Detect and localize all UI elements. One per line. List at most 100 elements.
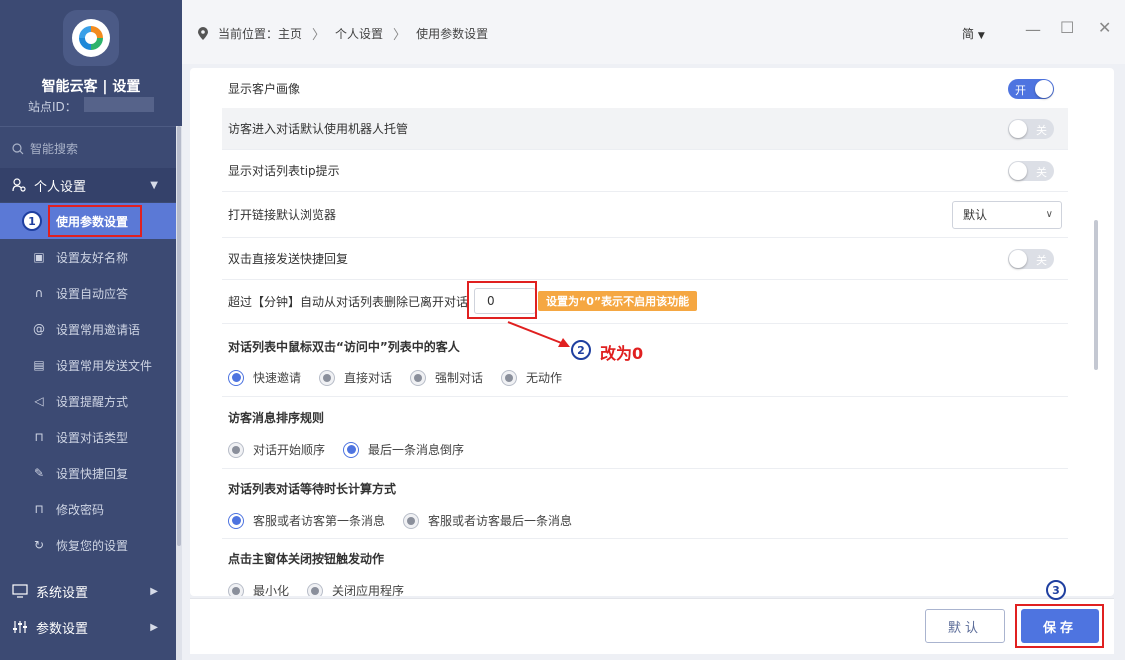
lock-icon: ⊓	[34, 430, 44, 444]
radio-start-order[interactable]	[228, 441, 244, 458]
sidebar-item-invite-phrases[interactable]: @ 设置常用邀请语	[0, 311, 176, 347]
sidebar-group-params[interactable]: 参数设置 ▶	[0, 610, 176, 644]
sidebar-item-label: 设置常用邀请语	[56, 322, 141, 337]
sliders-icon	[13, 621, 27, 633]
toggle-state: 关	[1036, 253, 1047, 267]
sidebar-group-label: 系统设置	[36, 585, 89, 601]
setting-show-avatar: 显示客户画像 开	[222, 68, 1068, 110]
sidebar-search-label: 智能搜索	[30, 142, 79, 156]
chevron-right-icon: 〉	[393, 28, 407, 43]
file-icon: ▤	[33, 358, 45, 372]
language-select[interactable]: 简 ▼	[962, 25, 985, 42]
setting-double-click-reply: 双击直接发送快捷回复 关	[222, 238, 1068, 280]
sidebar-search[interactable]: 智能搜索	[12, 140, 78, 157]
setting-robot-hosting: 访客进入对话默认使用机器人托管 关	[222, 108, 1068, 150]
radio-group-wait-time: 客服或者访客第一条消息 客服或者访客最后一条消息	[228, 512, 590, 529]
radio-label: 关闭应用程序	[332, 584, 405, 596]
close-button[interactable]: ✕	[1098, 18, 1111, 37]
radio-minimize[interactable]	[228, 582, 244, 596]
station-id-label: 站点ID：	[28, 100, 77, 114]
annotation-arrow	[507, 321, 570, 347]
radio-quick-invite[interactable]	[228, 369, 244, 386]
radio-label: 强制对话	[435, 371, 484, 385]
language-label: 简	[962, 27, 975, 41]
sidebar-group-label: 个人设置	[34, 179, 87, 195]
setting-label: 打开链接默认浏览器	[228, 208, 337, 222]
monitor-icon	[12, 584, 28, 598]
sidebar-item-send-files[interactable]: ▤ 设置常用发送文件	[0, 347, 176, 383]
section-title-sort-rule: 访客消息排序规则	[228, 411, 325, 425]
toggle-show-avatar[interactable]: 开	[1008, 78, 1054, 99]
nameplate-icon: ▣	[33, 250, 45, 264]
sidebar-scrollbar-thumb[interactable]	[177, 126, 181, 546]
lock-icon: ⊓	[34, 502, 44, 516]
radio-label: 最小化	[253, 584, 290, 596]
browser-select[interactable]: 默认 ∨	[952, 200, 1062, 229]
radio-close-app[interactable]	[307, 582, 324, 596]
section-divider	[222, 468, 1068, 469]
setting-label: 超过【分钟】自动从对话列表删除已离开对话	[228, 295, 469, 309]
sidebar: 智能云客 | 设置 站点ID： 智能搜索 个人设置 ▼ 使用参数设置 ▣ 设置友…	[0, 0, 182, 660]
radio-label: 快速邀请	[253, 371, 302, 385]
breadcrumb-personal[interactable]: 个人设置	[335, 25, 383, 42]
sidebar-item-change-password[interactable]: ⊓ 修改密码	[0, 491, 176, 527]
section-divider	[222, 538, 1068, 539]
sidebar-group-personal[interactable]: 个人设置 ▼	[0, 168, 176, 202]
annotation-box-menu	[48, 205, 142, 237]
sidebar-item-label: 设置常用发送文件	[56, 358, 153, 373]
setting-show-tip: 显示对话列表tip提示 关	[222, 150, 1068, 192]
default-button[interactable]: 默认	[925, 609, 1005, 643]
toggle-double-click-reply[interactable]: 关	[1008, 248, 1054, 269]
annotation-box-save	[1015, 604, 1104, 648]
breadcrumb-home[interactable]: 当前位置：主页	[218, 25, 302, 42]
radio-last-message-desc[interactable]	[343, 441, 360, 458]
sidebar-item-reminder[interactable]: ◁ 设置提醒方式	[0, 383, 176, 419]
toggle-state: 开	[1015, 83, 1026, 97]
setting-browser: 打开链接默认浏览器 默认 ∨	[222, 192, 1068, 238]
pen-icon: ✎	[33, 466, 45, 480]
station-id-value-masked	[84, 97, 154, 112]
speaker-icon: ◁	[34, 394, 44, 408]
sidebar-group-system[interactable]: 系统设置 ▶	[0, 574, 176, 608]
breadcrumb-current: 使用参数设置	[416, 27, 489, 41]
minimize-button[interactable]: —	[1025, 20, 1041, 39]
location-pin-icon	[198, 27, 208, 40]
maximize-button[interactable]: ☐	[1060, 18, 1074, 37]
chevron-down-icon: ∨	[1045, 209, 1053, 220]
radio-label: 客服或者访客第一条消息	[253, 514, 386, 528]
radio-label: 最后一条消息倒序	[368, 443, 465, 457]
browser-select-value: 默认	[963, 208, 988, 222]
sidebar-item-label: 设置快捷回复	[56, 466, 129, 481]
sidebar-item-label: 恢复您的设置	[56, 538, 129, 553]
radio-label: 客服或者访客最后一条消息	[428, 514, 573, 528]
sidebar-item-friendly-name[interactable]: ▣ 设置友好名称	[0, 239, 176, 275]
sidebar-item-restore[interactable]: ↻ 恢复您的设置	[0, 527, 176, 563]
setting-label: 显示客户画像	[228, 82, 301, 96]
sidebar-item-label: 设置对话类型	[56, 430, 129, 445]
radio-first-message[interactable]	[228, 512, 244, 529]
annotation-badge-1: 1	[22, 211, 42, 231]
sidebar-item-auto-reply[interactable]: ∩ 设置自动应答	[0, 275, 176, 311]
toggle-show-tip[interactable]: 关	[1008, 160, 1054, 181]
panel-scrollbar[interactable]	[1094, 220, 1098, 370]
radio-no-action[interactable]	[501, 369, 518, 386]
breadcrumb: 当前位置：主页 〉 个人设置 〉 使用参数设置	[198, 24, 488, 43]
radio-force-chat[interactable]	[410, 369, 427, 386]
setting-label: 访客进入对话默认使用机器人托管	[228, 122, 409, 136]
sidebar-divider	[0, 126, 176, 127]
sidebar-item-dialog-type[interactable]: ⊓ 设置对话类型	[0, 419, 176, 455]
annotation-box-input	[467, 281, 537, 319]
radio-direct-chat[interactable]	[319, 369, 336, 386]
search-icon	[12, 142, 24, 154]
headset-icon: ∩	[34, 286, 44, 300]
app-logo	[63, 10, 119, 66]
refresh-icon: ↻	[33, 538, 45, 552]
sidebar-item-label: 修改密码	[56, 502, 105, 517]
sidebar-item-quick-reply[interactable]: ✎ 设置快捷回复	[0, 455, 176, 491]
chevron-right-icon: 〉	[312, 28, 326, 43]
auto-remove-tip: 设置为“0”表示不启用该功能	[538, 291, 698, 311]
sidebar-group-label: 参数设置	[36, 621, 89, 637]
toggle-robot-hosting[interactable]: 关	[1008, 118, 1054, 139]
radio-label: 对话开始顺序	[253, 443, 326, 457]
radio-last-message[interactable]	[403, 512, 420, 529]
